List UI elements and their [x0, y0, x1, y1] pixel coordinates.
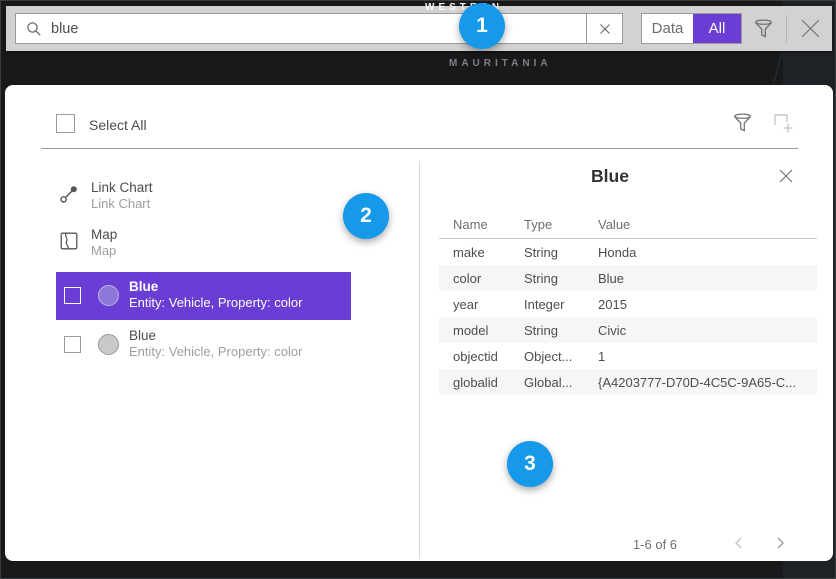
table-row: make String Honda	[439, 239, 817, 265]
cell-type: String	[524, 323, 598, 338]
search-scope-toggle: Data All	[641, 13, 742, 44]
select-all-checkbox[interactable]	[56, 114, 75, 133]
list-item-blue-selected[interactable]: Blue Entity: Vehicle, Property: color	[56, 272, 351, 320]
filter-funnel-icon[interactable]	[753, 18, 774, 39]
list-item-title: Blue	[129, 279, 158, 294]
annotation-badge-2: 2	[343, 193, 389, 239]
search-icon	[26, 21, 42, 37]
table-row: model String Civic	[439, 317, 817, 343]
cell-name: make	[453, 245, 524, 260]
cell-name: color	[453, 271, 524, 286]
cell-value: Civic	[598, 323, 817, 338]
cell-type: Integer	[524, 297, 598, 312]
table-row: year Integer 2015	[439, 291, 817, 317]
cell-value: Honda	[598, 245, 817, 260]
attribute-table: Name Type Value make String Honda color …	[439, 211, 817, 395]
list-item-subtitle: Entity: Vehicle, Property: color	[129, 344, 302, 359]
scope-data-button[interactable]: Data	[642, 14, 693, 43]
cell-value: {A4203777-D70D-4C5C-9A65-C...	[598, 375, 817, 390]
cell-value: 2015	[598, 297, 817, 312]
cell-type: Global...	[524, 375, 598, 390]
pagination-range: 1-6 of 6	[605, 537, 705, 552]
col-value: Value	[598, 217, 817, 232]
cell-value: Blue	[598, 271, 817, 286]
detail-title: Blue	[445, 166, 775, 187]
list-item-title: Link Chart	[91, 180, 153, 195]
map-icon	[60, 232, 78, 250]
close-search-icon[interactable]	[798, 16, 823, 41]
cell-type: String	[524, 271, 598, 286]
col-type: Type	[524, 217, 598, 232]
scope-all-button[interactable]: All	[693, 14, 741, 43]
table-header: Name Type Value	[439, 211, 817, 239]
entity-circle-icon	[98, 285, 119, 306]
list-detail-divider	[419, 161, 420, 559]
clear-search-button[interactable]	[586, 13, 623, 44]
list-item-blue[interactable]: Blue Entity: Vehicle, Property: color	[56, 324, 351, 368]
header-divider	[41, 148, 798, 149]
chevron-right-icon[interactable]	[772, 535, 790, 553]
map-label-mauritania: MAURITANIA	[449, 58, 552, 69]
entity-circle-icon	[98, 334, 119, 355]
list-item-title: Blue	[129, 328, 156, 343]
toolbar-divider	[786, 15, 787, 42]
list-item-title: Map	[91, 227, 117, 242]
cell-name: globalid	[453, 375, 524, 390]
annotation-badge-3: 3	[507, 441, 553, 487]
table-row: color String Blue	[439, 265, 817, 291]
list-item-subtitle: Link Chart	[91, 196, 150, 211]
table-row: objectid Object... 1	[439, 343, 817, 369]
annotation-badge-1: 1	[459, 3, 505, 49]
select-all-label: Select All	[89, 117, 147, 133]
cell-value: 1	[598, 349, 817, 364]
cell-name: year	[453, 297, 524, 312]
link-chart-icon	[59, 184, 79, 204]
list-item-subtitle: Entity: Vehicle, Property: color	[129, 295, 302, 310]
cell-type: String	[524, 245, 598, 260]
add-to-selection-icon[interactable]	[772, 112, 794, 134]
cell-name: model	[453, 323, 524, 338]
list-item-subtitle: Map	[91, 243, 116, 258]
panel-filter-funnel-icon[interactable]	[732, 112, 753, 133]
item-checkbox[interactable]	[64, 336, 81, 353]
chevron-left-icon[interactable]	[731, 535, 749, 553]
col-name: Name	[453, 217, 524, 232]
results-panel: Select All Link	[5, 85, 833, 561]
table-row: globalid Global... {A4203777-D70D-4C5C-9…	[439, 369, 817, 395]
x-icon	[599, 23, 611, 35]
detail-close-icon[interactable]	[777, 167, 797, 187]
search-toolbar: Data All	[6, 6, 832, 51]
search-dialog-screen: MAURITANIA Data All	[0, 0, 836, 579]
cell-name: objectid	[453, 349, 524, 364]
item-checkbox[interactable]	[64, 287, 81, 304]
cell-type: Object...	[524, 349, 598, 364]
search-input[interactable]	[51, 21, 586, 37]
